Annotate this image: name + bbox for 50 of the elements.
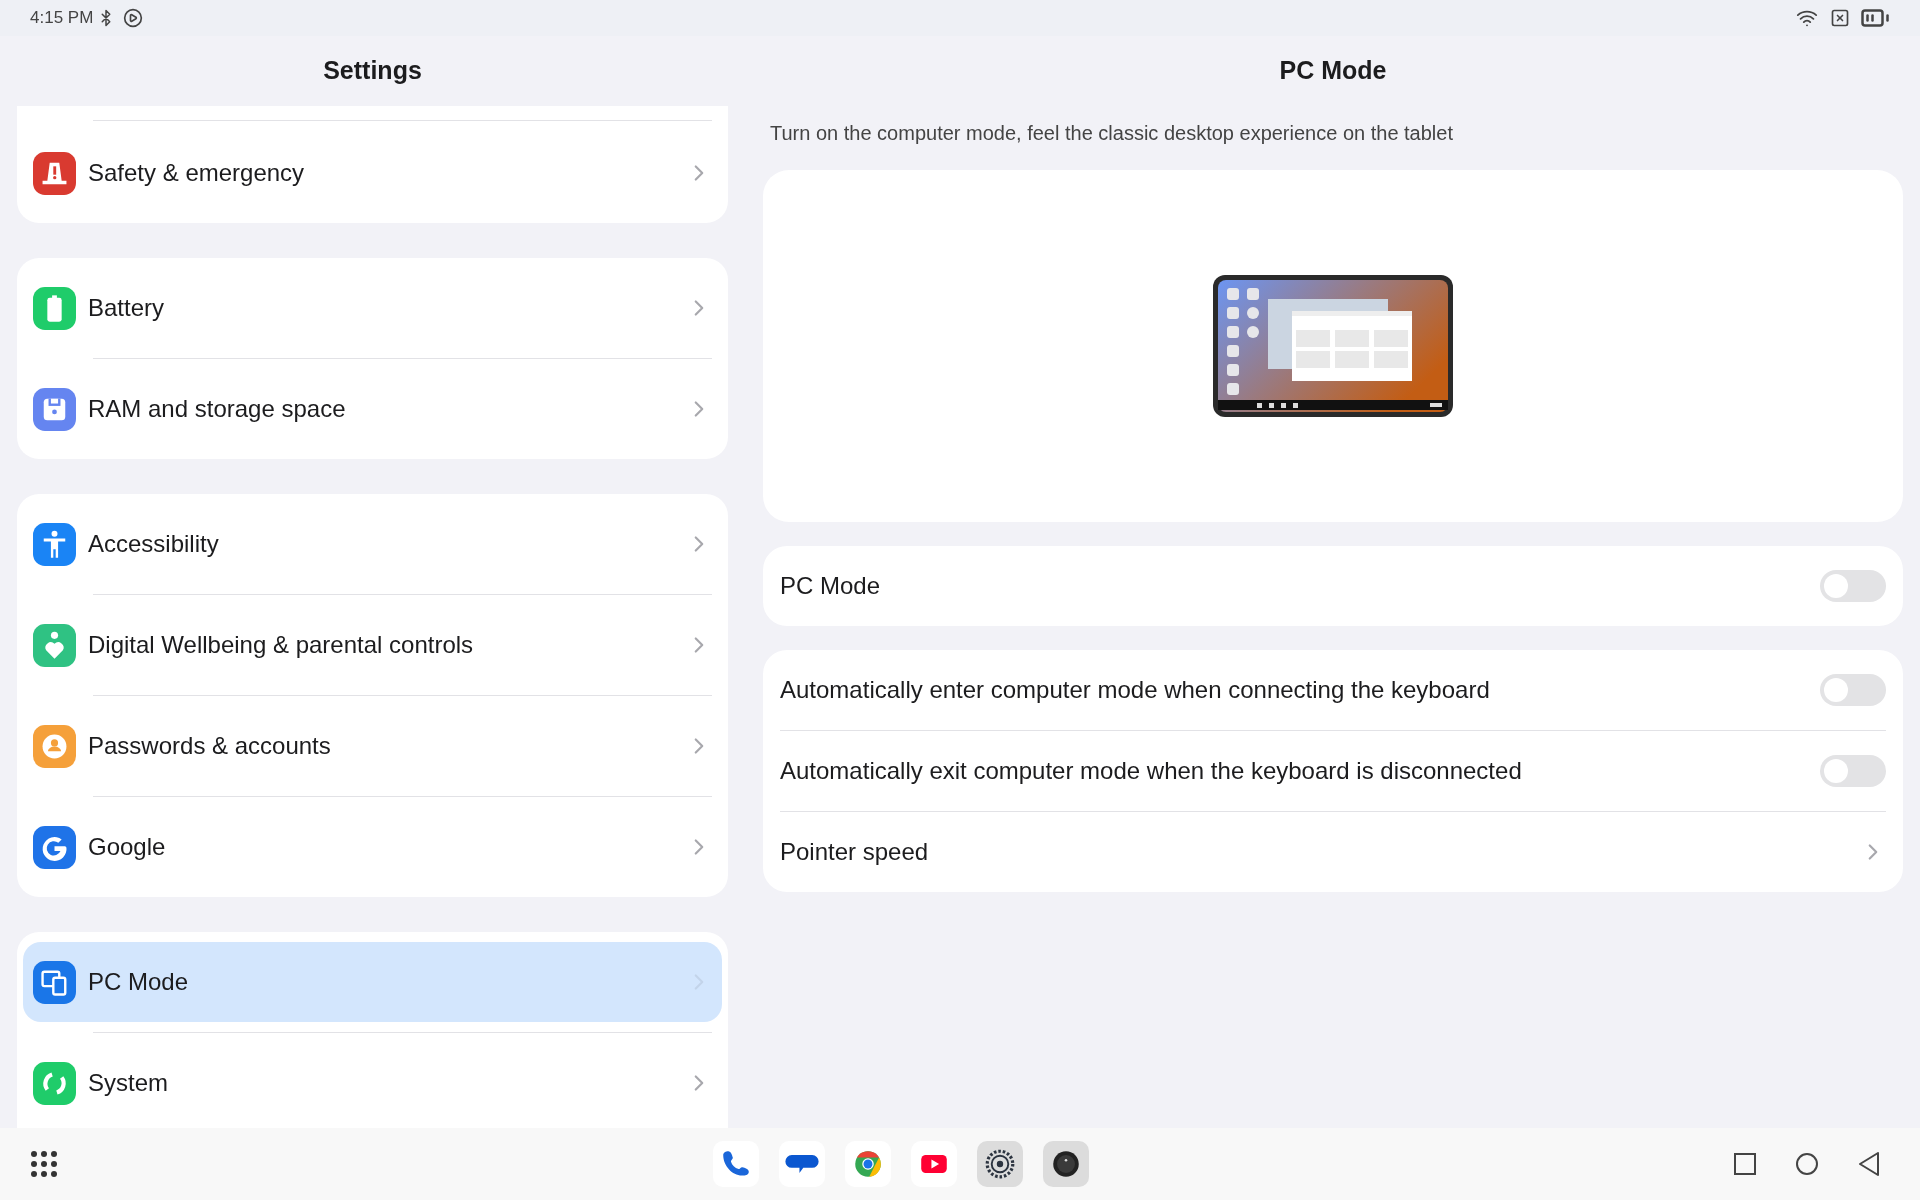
settings-item[interactable]: PC Mode [23,942,722,1022]
setting-label: PC Mode [780,571,882,601]
settings-item[interactable]: Battery [23,268,722,348]
settings-item[interactable]: Passwords & accounts [23,706,722,786]
settings-item[interactable]: Google [23,807,722,887]
settings-item-label: Battery [88,293,166,323]
settings-item-label: RAM and storage space [88,394,347,424]
devices-icon [33,960,76,1004]
chat-bubble-icon[interactable] [779,1141,825,1187]
setting-label: Pointer speed [780,837,930,867]
no-sim-icon [1830,8,1850,28]
settings-item[interactable]: Accessibility [23,504,722,584]
status-time: 4:15 PM [30,7,94,30]
settings-item-label: Google [88,832,167,862]
settings-item-label: Safety & emergency [88,158,306,188]
phone-icon[interactable] [713,1141,759,1187]
toggle-switch[interactable] [1820,755,1886,787]
play-circle-icon [123,8,144,28]
setting-label: Automatically exit computer mode when the keyboard is disconnected [780,756,1523,786]
setting-label: Automatically enter computer mode when connecting the keyboard [780,675,1491,705]
settings-item-label: Digital Wellbeing & parental controls [88,630,475,660]
sync-icon [33,1061,76,1105]
battery-icon [33,286,76,330]
account-icon [33,724,76,768]
settings-item[interactable]: System [23,1043,722,1123]
heart-person-icon [33,623,76,667]
gear-icon[interactable] [977,1141,1023,1187]
page-title: PC Mode [1279,55,1387,87]
settings-item-label: System [88,1068,169,1098]
settings-item[interactable]: RAM and storage space [23,369,722,449]
storage-icon [33,387,76,431]
warning-icon [33,151,76,195]
home-icon[interactable] [1796,1153,1818,1175]
settings-item-label: Passwords & accounts [88,731,332,761]
toggle-switch[interactable] [1820,674,1886,706]
toggle-switch[interactable] [1820,570,1886,602]
accessibility-icon [33,522,76,566]
sidebar-title: Settings [323,55,422,87]
settings-item[interactable]: Digital Wellbeing & parental controls [23,605,722,685]
google-g-icon [33,825,76,869]
page-description: Turn on the computer mode, feel the classic desktop experience on the tablet [769,121,1454,146]
recents-icon[interactable] [1734,1153,1756,1175]
back-icon[interactable] [1858,1152,1880,1176]
camera-lens-icon[interactable] [1043,1141,1089,1187]
app-grid-icon[interactable] [30,1150,58,1178]
settings-item[interactable]: Safety & emergency [23,133,722,213]
settings-item-label: PC Mode [88,967,190,997]
browser-icon[interactable] [845,1141,891,1187]
settings-item-label: Accessibility [88,529,220,559]
play-icon[interactable] [911,1141,957,1187]
